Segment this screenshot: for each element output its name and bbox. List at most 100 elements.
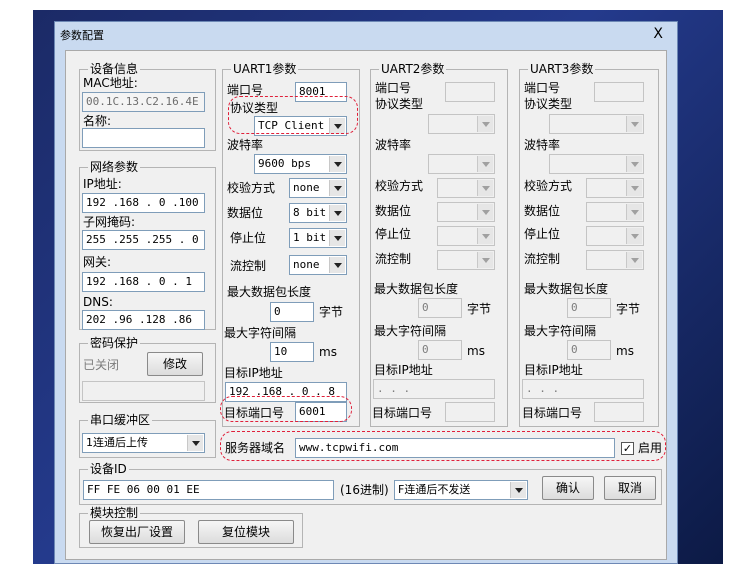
uart2-databits-select[interactable] xyxy=(437,202,495,222)
uart3-flow-select[interactable] xyxy=(586,250,644,270)
uart2-baud-select[interactable] xyxy=(428,154,495,174)
chevron-down-icon[interactable] xyxy=(510,482,526,498)
uart3-target-port-field[interactable] xyxy=(594,402,644,422)
uart3-baud-label: 波特率 xyxy=(524,138,561,152)
uart2-baud-label: 波特率 xyxy=(375,138,412,152)
uart2-target-port-label: 目标端口号 xyxy=(372,406,433,420)
serial-buffer-group: 串口缓冲区 1连通后上传 xyxy=(79,413,216,458)
title-bar[interactable]: 参数配置 X xyxy=(55,22,677,46)
device-id-title: 设备ID xyxy=(88,462,129,476)
uart2-target-ip-field[interactable]: . . . xyxy=(373,379,495,399)
chevron-down-icon[interactable] xyxy=(477,252,493,268)
cancel-button[interactable]: 取消 xyxy=(604,476,656,500)
hex-format-label: (16进制) xyxy=(340,483,389,497)
chevron-down-icon[interactable] xyxy=(626,252,642,268)
uart3-databits-select[interactable] xyxy=(586,202,644,222)
password-group: 密码保护 已关闭 修改 xyxy=(79,336,216,403)
uart3-target-ip-field[interactable]: . . . xyxy=(522,379,644,399)
network-group: 网络参数 IP地址: 192 .168 . 0 .100 子网掩码: 255 .… xyxy=(79,160,216,330)
modify-password-button[interactable]: 修改 xyxy=(147,352,203,376)
uart1-parity-select[interactable]: none xyxy=(289,178,347,198)
chevron-down-icon[interactable] xyxy=(477,156,493,172)
uart1-stopbits-value: 1 bit xyxy=(293,231,327,244)
serial-buffer-select[interactable]: 1连通后上传 xyxy=(82,433,205,453)
chevron-down-icon[interactable] xyxy=(329,205,345,221)
send-mode-select[interactable]: F连通后不发送 xyxy=(394,480,528,500)
factory-reset-button[interactable]: 恢复出厂设置 xyxy=(89,520,185,544)
uart2-target-port-field[interactable] xyxy=(445,402,495,422)
uart3-databits-label: 数据位 xyxy=(524,204,561,218)
chevron-down-icon[interactable] xyxy=(477,204,493,220)
uart3-maxgap-field[interactable]: 0 xyxy=(567,340,611,360)
uart2-flow-select[interactable] xyxy=(437,250,495,270)
uart1-maxgap-field[interactable]: 10 xyxy=(270,342,314,362)
mac-field[interactable]: 00.1C.13.C2.16.4E xyxy=(82,92,205,112)
chevron-down-icon[interactable] xyxy=(626,180,642,196)
uart2-target-ip-label: 目标IP地址 xyxy=(374,363,433,377)
device-info-group: 设备信息 MAC地址: 00.1C.13.C2.16.4E 名称: xyxy=(79,62,216,151)
chevron-down-icon[interactable] xyxy=(477,228,493,244)
uart3-target-port-label: 目标端口号 xyxy=(522,406,583,420)
uart2-maxgap-field[interactable]: 0 xyxy=(418,340,462,360)
uart3-protocol-select[interactable] xyxy=(549,114,644,134)
uart3-flow-label: 流控制 xyxy=(524,252,561,266)
chevron-down-icon[interactable] xyxy=(329,257,345,273)
uart3-maxpkt-label: 最大数据包长度 xyxy=(524,282,609,296)
uart1-flow-select[interactable]: none xyxy=(289,255,347,275)
chevron-down-icon[interactable] xyxy=(329,156,345,172)
uart2-maxpkt-field[interactable]: 0 xyxy=(418,298,462,318)
mask-label: 子网掩码: xyxy=(83,215,136,229)
uart1-maxgap-label: 最大字符间隔 xyxy=(224,326,297,340)
uart3-port-field[interactable] xyxy=(594,82,644,102)
confirm-button[interactable]: 确认 xyxy=(542,476,594,500)
chevron-down-icon[interactable] xyxy=(329,230,345,246)
chevron-down-icon[interactable] xyxy=(477,116,493,132)
uart1-maxpkt-label: 最大数据包长度 xyxy=(227,285,312,299)
uart3-stopbits-select[interactable] xyxy=(586,226,644,246)
name-field[interactable] xyxy=(82,128,205,148)
uart1-stopbits-select[interactable]: 1 bit xyxy=(289,228,347,248)
dns-label: DNS: xyxy=(83,295,113,309)
uart1-databits-select[interactable]: 8 bit xyxy=(289,203,347,223)
uart2-stopbits-label: 停止位 xyxy=(375,227,412,241)
uart1-databits-value: 8 bit xyxy=(293,206,327,219)
uart1-baud-value: 9600 bps xyxy=(258,157,311,170)
chevron-down-icon[interactable] xyxy=(626,228,642,244)
mask-field[interactable]: 255 .255 .255 . 0 xyxy=(82,230,205,250)
uart2-parity-select[interactable] xyxy=(437,178,495,198)
uart1-maxpkt-unit: 字节 xyxy=(319,305,344,319)
uart3-maxpkt-field[interactable]: 0 xyxy=(567,298,611,318)
password-field[interactable] xyxy=(82,381,205,401)
ip-field[interactable]: 192 .168 . 0 .100 xyxy=(82,193,205,213)
reset-module-button[interactable]: 复位模块 xyxy=(198,520,294,544)
dns-field[interactable]: 202 .96 .128 .86 xyxy=(82,310,205,330)
uart1-databits-label: 数据位 xyxy=(227,206,264,220)
window-title: 参数配置 xyxy=(60,29,104,42)
uart1-baud-select[interactable]: 9600 bps xyxy=(254,154,347,174)
device-id-field[interactable]: FF FE 06 00 01 EE xyxy=(83,480,334,500)
uart2-port-field[interactable] xyxy=(445,82,495,102)
chevron-down-icon[interactable] xyxy=(626,116,642,132)
gateway-field[interactable]: 192 .168 . 0 . 1 xyxy=(82,272,205,292)
uart1-maxpkt-field[interactable]: 0 xyxy=(270,302,314,322)
close-icon[interactable]: X xyxy=(653,26,663,42)
uart1-baud-label: 波特率 xyxy=(227,138,264,152)
uart2-protocol-select[interactable] xyxy=(428,114,495,134)
uart2-maxpkt-label: 最大数据包长度 xyxy=(374,282,459,296)
send-mode-value: F连通后不发送 xyxy=(398,483,471,496)
chevron-down-icon[interactable] xyxy=(626,156,642,172)
module-control-group: 模块控制 恢复出厂设置 复位模块 xyxy=(79,506,303,548)
serial-buffer-value: 1连通后上传 xyxy=(86,436,148,449)
device-id-group: 设备ID FF FE 06 00 01 EE (16进制) F连通后不发送 确认… xyxy=(79,462,662,505)
uart2-databits-label: 数据位 xyxy=(375,204,412,218)
chevron-down-icon[interactable] xyxy=(187,435,203,451)
server-domain-highlight xyxy=(220,431,666,461)
uart3-baud-select[interactable] xyxy=(549,154,644,174)
uart1-maxgap-unit: ms xyxy=(319,345,337,359)
chevron-down-icon[interactable] xyxy=(329,180,345,196)
chevron-down-icon[interactable] xyxy=(626,204,642,220)
uart2-group: UART2参数 端口号 协议类型 波特率 校验方式 数据位 停止位 流控制 最大… xyxy=(370,62,508,427)
uart3-parity-select[interactable] xyxy=(586,178,644,198)
chevron-down-icon[interactable] xyxy=(477,180,493,196)
uart2-stopbits-select[interactable] xyxy=(437,226,495,246)
